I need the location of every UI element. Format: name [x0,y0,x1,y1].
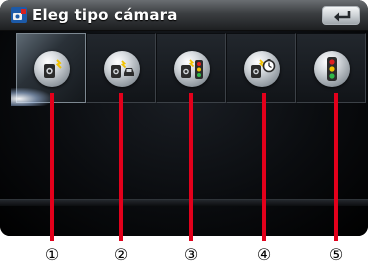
callout-label-4: ④ [256,245,272,264]
callout-line-4 [262,93,266,241]
option-ball [104,51,140,87]
traffic-light-icon [327,57,337,81]
callout-label-3: ③ [183,245,199,264]
average-speed-camera-icon [251,59,276,78]
camera-type-screen: Eleg tipo cámara [0,0,368,236]
callout-line-1 [50,93,54,241]
callout-label-1: ① [44,245,60,264]
option-average-speed-camera[interactable] [226,33,296,103]
vehicle-speed-camera-icon [111,60,134,78]
bottom-divider [0,199,368,206]
callout-label-5: ⑤ [328,245,344,264]
option-traffic-light[interactable] [296,33,366,103]
callout-line-3 [189,93,193,241]
callout-label-2: ② [113,245,129,264]
option-ball [34,51,70,87]
fixed-speed-camera-icon [44,59,62,78]
callout-line-5 [334,93,338,241]
traffic-light-camera-icon [181,59,203,79]
back-return-icon [334,11,351,22]
option-ball [314,51,350,87]
selection-glow [11,88,51,106]
page-title: Eleg tipo cámara [32,6,178,24]
title-bar: Eleg tipo cámara [0,0,368,31]
callout-line-2 [119,93,123,241]
option-ball [244,51,280,87]
option-ball [174,51,210,87]
camera-type-grid [0,31,368,236]
back-button[interactable] [322,6,360,25]
camera-settings-icon [11,7,27,23]
